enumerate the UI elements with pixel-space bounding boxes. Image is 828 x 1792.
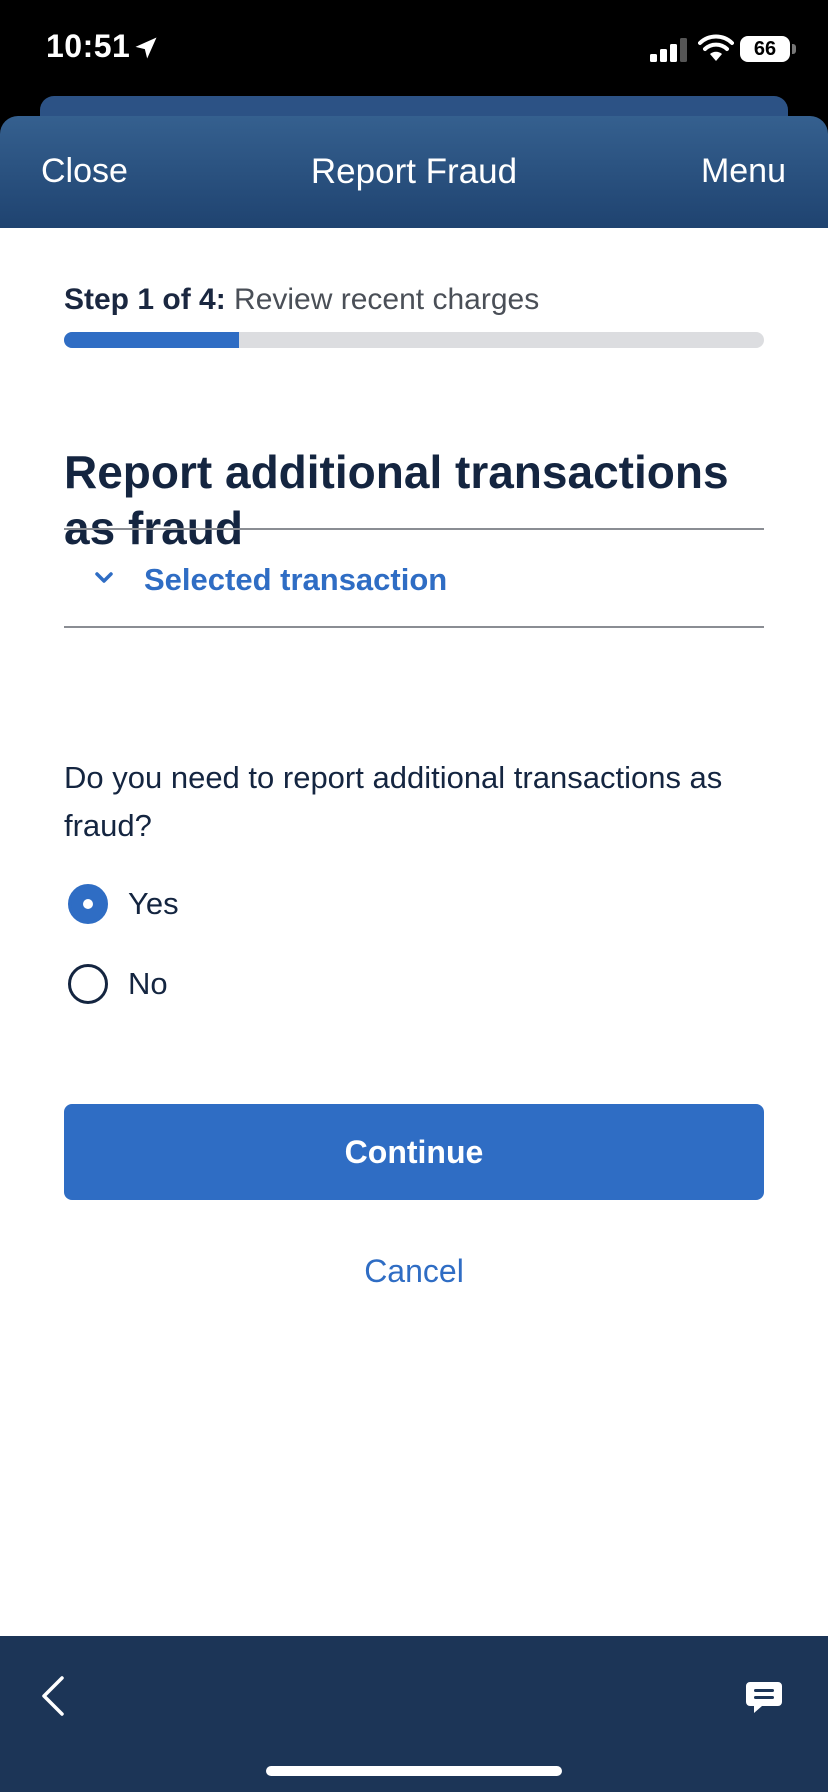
home-indicator	[266, 1766, 562, 1776]
cellular-signal-icon	[650, 38, 687, 62]
chevron-down-icon	[95, 572, 113, 583]
screen: 10:51 66 Close Report Fraud Menu Step 1 …	[0, 0, 828, 1792]
cancel-link[interactable]: Cancel	[0, 1253, 828, 1290]
selected-transaction-accordion[interactable]: Selected transaction	[64, 530, 764, 626]
step-text: Review recent charges	[234, 283, 540, 316]
question-text: Do you need to report additional transac…	[64, 760, 723, 843]
continue-button[interactable]: Continue	[64, 1104, 764, 1200]
radio-button-yes[interactable]	[68, 884, 108, 924]
radio-label-no: No	[128, 966, 168, 1001]
radio-button-no[interactable]	[68, 964, 108, 1004]
back-chevron-icon[interactable]	[38, 1674, 68, 1718]
step-prefix: Step 1 of 4:	[64, 283, 226, 316]
battery-icon: 66	[740, 36, 790, 62]
chat-icon[interactable]	[744, 1678, 784, 1718]
accordion-label: Selected transaction	[144, 562, 448, 597]
location-arrow-icon	[135, 37, 157, 59]
battery-nub	[792, 44, 796, 54]
status-bar: 10:51 66	[0, 0, 828, 100]
main-content: Step 1 of 4: Review recent charges Repor…	[0, 228, 828, 1636]
divider	[64, 626, 764, 628]
wifi-icon	[698, 34, 734, 61]
step-indicator: Step 1 of 4: Review recent charges	[64, 283, 539, 317]
header: Close Report Fraud Menu	[0, 116, 828, 228]
progress-fill	[64, 332, 239, 348]
radio-label-yes: Yes	[128, 886, 179, 921]
bottom-toolbar	[0, 1636, 828, 1792]
progress-bar	[64, 332, 764, 348]
menu-button[interactable]: Menu	[701, 152, 786, 191]
status-time: 10:51	[46, 28, 131, 64]
